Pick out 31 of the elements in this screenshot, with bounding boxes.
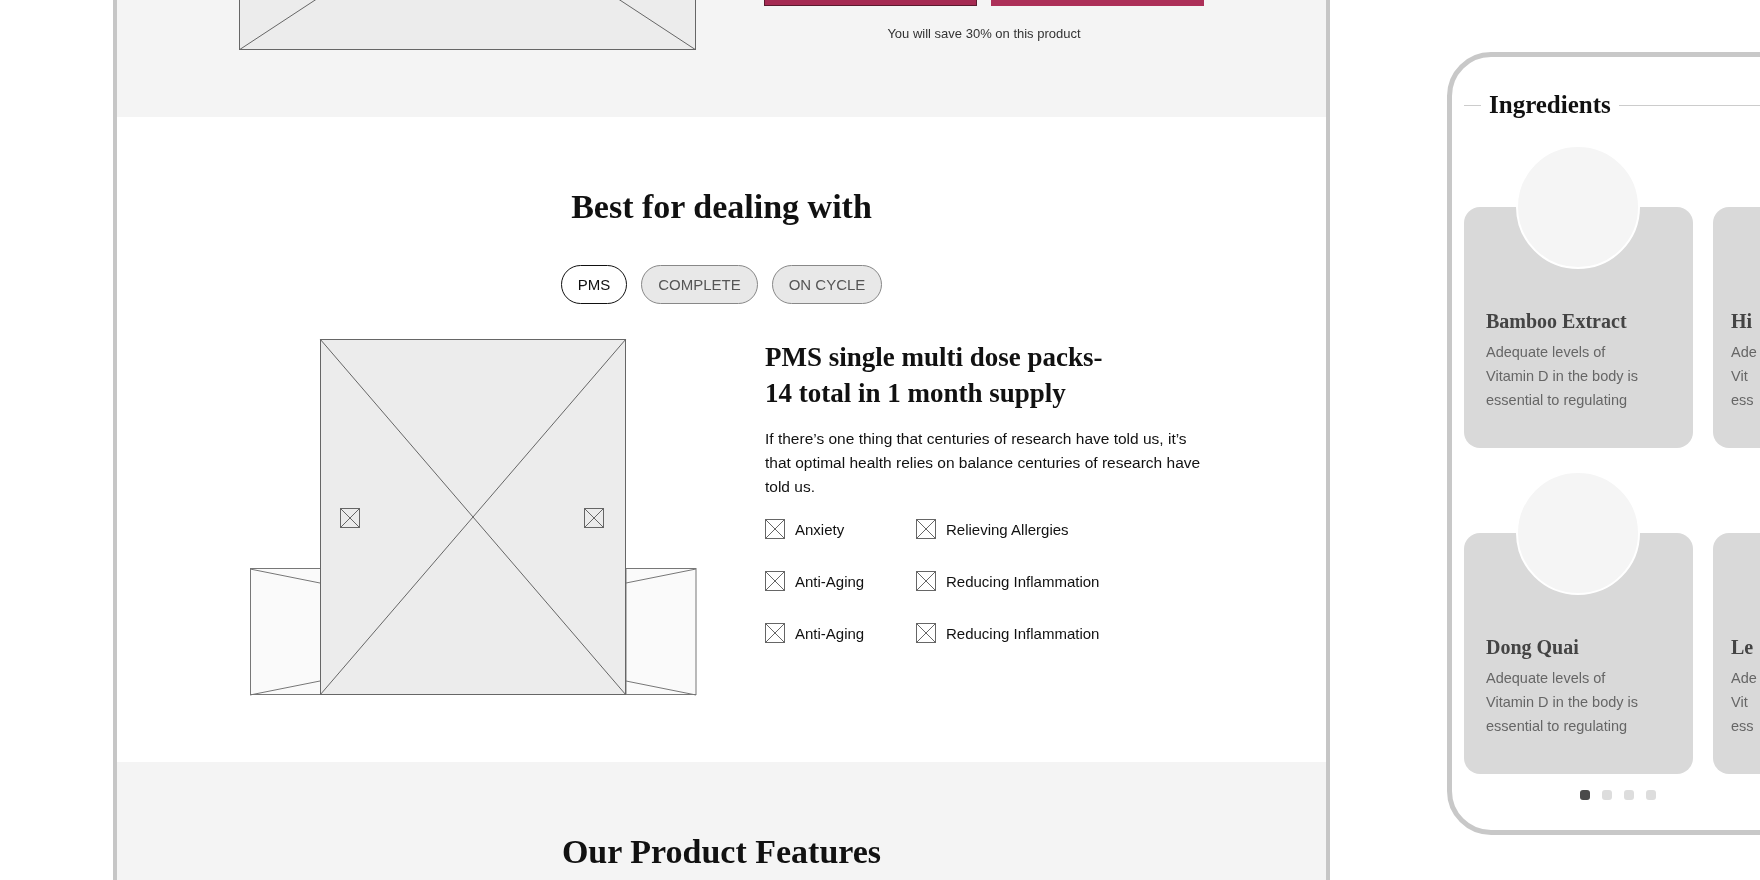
placeholder-icon (916, 519, 936, 539)
section-title: Best for dealing with (571, 187, 872, 227)
product-heading: PMS single multi dose packs- 14 total in 1 month supply (765, 341, 1104, 410)
placeholder-icon (765, 571, 785, 591)
action-button[interactable] (991, 0, 1204, 6)
ingredient-description: Ade Vit ess (1731, 669, 1758, 736)
placeholder-icon (765, 519, 785, 539)
section-title: Ingredients (1489, 91, 1611, 119)
ingredient-name: Le (1731, 635, 1755, 660)
section-title: Our Product Features (561, 832, 882, 872)
ingredient-name: Dong Quai (1486, 635, 1580, 660)
benefit-label: Reducing Inflammation (946, 572, 1100, 590)
placeholder-icon (916, 623, 936, 643)
placeholder-icon (916, 571, 936, 591)
placeholder-icon (765, 623, 785, 643)
ingredient-description: Adequate levels of Vitamin D in the body is essential to regulating (1486, 669, 1640, 736)
benefit-label: Anti-Aging (795, 624, 865, 642)
ingredient-description: Adequate levels of Vitamin D in the body is essential to regulating (1486, 343, 1640, 410)
action-button[interactable] (764, 0, 977, 6)
tab[interactable]: COMPLETE (641, 265, 758, 304)
product-description: If there’s one thing that centuries of research have told us, it’s that optimal health relies on balance centuries of research have told us. (765, 429, 1202, 497)
savings-note: You will save 30% on this product (887, 26, 1081, 41)
benefit-label: Reducing Inflammation (946, 624, 1100, 642)
benefit-label: Anxiety (795, 520, 845, 538)
benefit-label: Anti-Aging (795, 572, 865, 590)
ingredient-description: Ade Vit ess (1731, 343, 1758, 410)
ingredient-name: Hi (1731, 309, 1754, 334)
benefit-label: Relieving Allergies (946, 520, 1069, 538)
ingredient-name: Bamboo Extract (1486, 309, 1628, 334)
tab[interactable]: PMS (560, 265, 628, 304)
tab[interactable]: ON CYCLE (771, 265, 883, 304)
